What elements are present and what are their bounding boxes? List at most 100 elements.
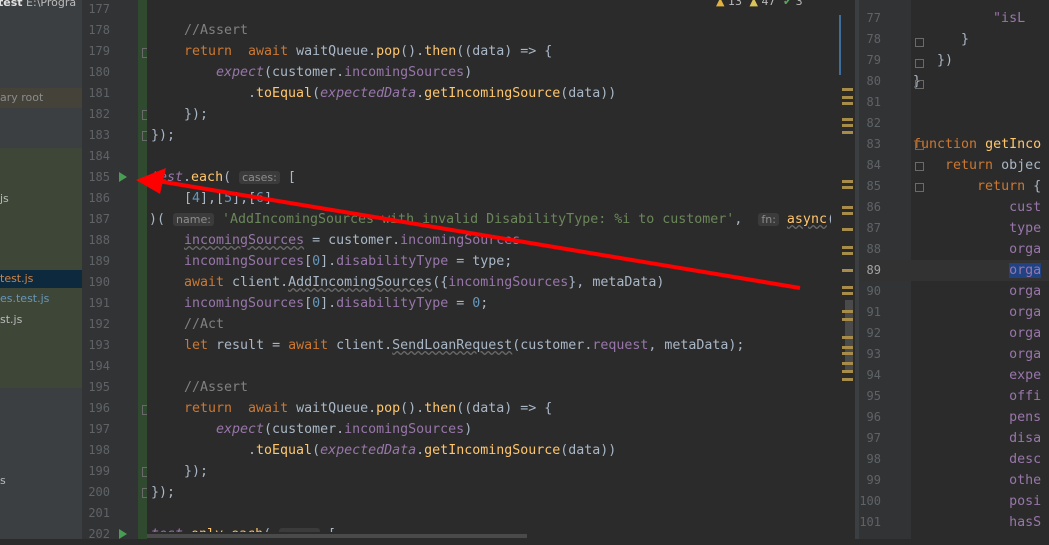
stripe-mark[interactable]: [842, 88, 853, 91]
line-number: 99: [866, 473, 881, 487]
stripe-mark[interactable]: [842, 102, 853, 105]
stripe-mark[interactable]: [842, 352, 853, 355]
library-root-label: ary root: [0, 91, 44, 104]
code-line: pens: [1009, 410, 1042, 425]
line-number: 78: [866, 32, 881, 46]
file-item[interactable]: es.test.js: [0, 290, 49, 308]
line-number: 199: [88, 464, 110, 478]
line-number: 192: [88, 317, 110, 331]
param-hint: cases:: [239, 171, 280, 184]
code-line: return objec: [945, 158, 1042, 173]
scrollbar-thumb[interactable]: [147, 534, 527, 538]
project-panel: test E:\Progra ary root js test.js es.te…: [0, 0, 82, 539]
stripe-mark[interactable]: [842, 212, 853, 215]
project-path: E:\Progra: [26, 0, 77, 9]
code-line: });: [151, 128, 176, 143]
line-number: 195: [88, 380, 110, 394]
stripe-mark[interactable]: [842, 96, 853, 99]
file-item[interactable]: s: [0, 472, 6, 490]
line-number: 200: [88, 485, 110, 499]
code-line: cust: [1009, 200, 1042, 215]
code-line: incomingSources = customer.incomingSourc…: [184, 233, 521, 248]
stripe-mark[interactable]: [842, 336, 853, 339]
stripe-mark[interactable]: [842, 362, 853, 365]
fold-icon[interactable]: [915, 80, 924, 89]
code-editor[interactable]: //Assert return await waitQueue.pop().th…: [147, 0, 831, 539]
stripe-mark[interactable]: [842, 186, 853, 189]
warning-icon: ▲: [716, 0, 725, 8]
typo-icon: ✔: [782, 0, 793, 8]
code-line: //Assert: [184, 23, 249, 38]
line-number: 87: [866, 221, 881, 235]
stripe-mark[interactable]: [842, 378, 853, 381]
code-line: });: [184, 107, 209, 122]
horizontal-scrollbar[interactable]: [147, 532, 831, 539]
change-marker: [839, 15, 841, 75]
fold-icon[interactable]: [915, 183, 924, 192]
code-line: expect(customer.incomingSources): [216, 422, 473, 437]
scope-highlight: [0, 148, 82, 388]
stripe-mark[interactable]: [842, 124, 853, 127]
code-line: incomingSources[0].disabilityType = 0;: [184, 296, 489, 311]
line-number: 178: [88, 23, 110, 37]
fold-icon[interactable]: [915, 59, 924, 68]
code-line: disa: [1009, 431, 1042, 446]
run-test-icon[interactable]: [119, 529, 127, 539]
change-stripe: [138, 0, 147, 539]
file-item[interactable]: js: [0, 190, 9, 208]
line-number: 186: [88, 191, 110, 205]
fold-icon[interactable]: [915, 38, 924, 47]
file-item-selected[interactable]: test.js: [0, 270, 82, 288]
code-line: orga: [1009, 326, 1042, 341]
line-number: 97: [866, 431, 881, 445]
run-test-icon[interactable]: [119, 172, 127, 182]
fold-icon[interactable]: [915, 162, 924, 171]
fold-icon[interactable]: [915, 141, 924, 150]
stripe-mark[interactable]: [842, 310, 853, 313]
code-line: desc: [1009, 452, 1042, 467]
project-name: test: [0, 0, 23, 9]
line-number: 188: [88, 233, 110, 247]
line-number: 187: [88, 212, 110, 226]
typos-count: 3: [795, 0, 803, 8]
stripe-mark[interactable]: [842, 269, 853, 272]
line-number: 84: [866, 158, 881, 172]
line-number: 179: [88, 44, 110, 58]
inspection-badges[interactable]: ▲ 13 ▲ 47 ✔ 3: [716, 0, 803, 8]
line-number: 184: [88, 149, 110, 163]
param-hint: name:: [173, 213, 214, 226]
line-number: 101: [859, 515, 881, 529]
stripe-mark[interactable]: [842, 292, 853, 295]
stripe-mark[interactable]: [842, 318, 853, 321]
line-number: 96: [866, 410, 881, 424]
project-header[interactable]: test E:\Progra: [0, 0, 76, 9]
code-line: ])( name: 'AddIncomingSources with inval…: [147, 212, 831, 227]
line-number: 77: [866, 11, 881, 25]
stripe-mark[interactable]: [842, 346, 853, 349]
stripe-mark[interactable]: [842, 370, 853, 373]
line-number: 185: [88, 170, 110, 184]
line-number: 92: [866, 326, 881, 340]
stripe-mark[interactable]: [842, 206, 853, 209]
stripe-mark[interactable]: [842, 118, 853, 121]
line-number: 201: [88, 506, 110, 520]
stripe-mark[interactable]: [842, 252, 853, 255]
code-line: return {: [977, 179, 1042, 194]
code-line: });: [184, 464, 209, 479]
line-number: 98: [866, 452, 881, 466]
file-item[interactable]: st.js: [0, 311, 22, 329]
stripe-mark[interactable]: [842, 286, 853, 289]
line-number: 177: [88, 2, 110, 16]
line-number: 193: [88, 338, 110, 352]
line-number: 190: [88, 275, 110, 289]
weak-warning-icon: ▲: [749, 0, 758, 8]
stripe-mark[interactable]: [842, 246, 853, 249]
line-number: 83: [866, 137, 881, 151]
stripe-mark[interactable]: [842, 180, 853, 183]
code-line: hasS: [1009, 515, 1042, 530]
code-line: //Act: [184, 317, 225, 332]
line-number: 189: [88, 254, 110, 268]
stripe-mark[interactable]: [842, 131, 853, 134]
stripe-mark[interactable]: [842, 228, 853, 231]
library-root-item[interactable]: ary root: [0, 88, 82, 108]
